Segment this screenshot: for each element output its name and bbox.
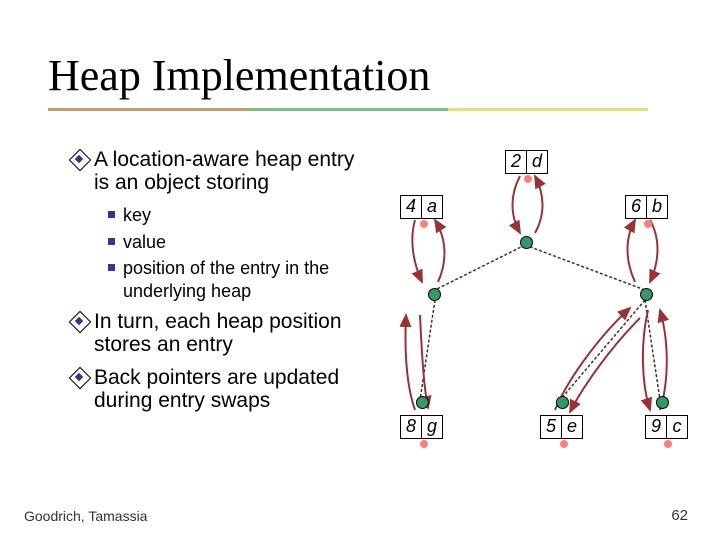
bullet-1: A location-aware heap entry is an object… bbox=[72, 148, 360, 194]
bullet-1-text: A location-aware heap entry is an object… bbox=[94, 148, 360, 194]
slide: Heap Implementation A location-aware hea… bbox=[0, 0, 720, 540]
sub-3-text: position of the entry in the underlying … bbox=[123, 257, 360, 302]
entry-value: g bbox=[422, 416, 442, 438]
bullet-3: Back pointers are updated during entry s… bbox=[72, 366, 360, 412]
entry-value: b bbox=[647, 196, 667, 218]
page-number: 62 bbox=[671, 507, 688, 524]
tree-position-rl bbox=[556, 396, 569, 409]
entry-key: 6 bbox=[626, 196, 647, 218]
tree-position-ll bbox=[416, 396, 429, 409]
square-icon bbox=[108, 211, 115, 218]
tree-position-rr bbox=[656, 396, 669, 409]
diamond-icon bbox=[72, 152, 86, 166]
entry-node-6: 9 c bbox=[645, 415, 688, 439]
tree-position-left bbox=[428, 288, 441, 301]
bullet-3-text: Back pointers are updated during entry s… bbox=[94, 366, 360, 412]
entry-dot bbox=[420, 220, 428, 228]
entry-dot bbox=[664, 440, 672, 448]
body-text: A location-aware heap entry is an object… bbox=[72, 148, 360, 423]
slide-title: Heap Implementation bbox=[48, 50, 430, 101]
tree-position-root bbox=[520, 236, 533, 249]
entry-key: 4 bbox=[401, 196, 422, 218]
square-icon bbox=[108, 264, 115, 271]
footer-authors: Goodrich, Tamassia bbox=[24, 508, 147, 524]
bullet-2: In turn, each heap position stores an en… bbox=[72, 310, 360, 356]
entry-node-1: 2 d bbox=[505, 150, 548, 174]
tree-position-right bbox=[640, 288, 653, 301]
entry-value: d bbox=[527, 151, 547, 173]
sub-item-1: key bbox=[108, 204, 360, 227]
entry-node-5: 5 e bbox=[540, 415, 583, 439]
sub-list: key value position of the entry in the u… bbox=[108, 204, 360, 302]
entry-dot bbox=[560, 440, 568, 448]
diamond-icon bbox=[72, 370, 86, 384]
entry-value: a bbox=[422, 196, 442, 218]
square-icon bbox=[108, 238, 115, 245]
entry-node-2: 4 a bbox=[400, 195, 443, 219]
entry-value: c bbox=[667, 416, 687, 438]
entry-key: 5 bbox=[541, 416, 562, 438]
sub-item-2: value bbox=[108, 231, 360, 254]
sub-2-text: value bbox=[123, 231, 166, 254]
entry-key: 9 bbox=[646, 416, 667, 438]
entry-dot bbox=[420, 440, 428, 448]
entry-node-4: 8 g bbox=[400, 415, 443, 439]
entry-dot bbox=[644, 220, 652, 228]
title-underline bbox=[48, 108, 648, 111]
entry-value: e bbox=[562, 416, 582, 438]
entry-key: 2 bbox=[506, 151, 527, 173]
sub-item-3: position of the entry in the underlying … bbox=[108, 257, 360, 302]
entry-dot bbox=[524, 175, 532, 183]
diamond-icon bbox=[72, 314, 86, 328]
entry-key: 8 bbox=[401, 416, 422, 438]
sub-1-text: key bbox=[123, 204, 151, 227]
heap-diagram: 2 d 4 a 6 b 8 g 5 e 9 c bbox=[360, 140, 700, 470]
bullet-2-text: In turn, each heap position stores an en… bbox=[94, 310, 360, 356]
entry-node-3: 6 b bbox=[625, 195, 668, 219]
